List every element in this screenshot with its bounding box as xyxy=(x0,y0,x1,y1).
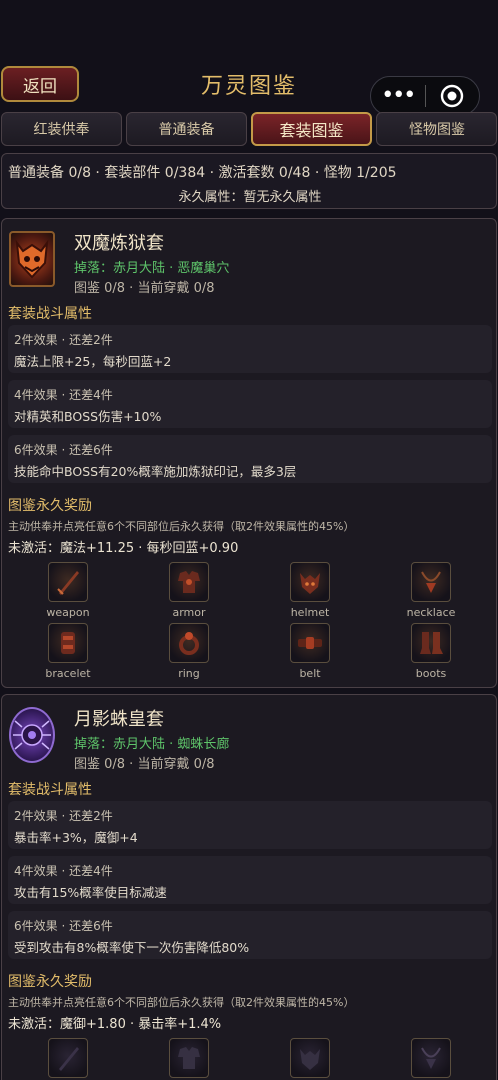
slot-label: weapon xyxy=(46,606,90,619)
boots-icon xyxy=(411,623,451,663)
set-effect-6: 6件效果 · 还差6件 技能命中BOSS有20%概率施加炼狱印记，最多3层 xyxy=(8,435,492,483)
demon-helmet-icon xyxy=(9,231,55,287)
bracelet-icon xyxy=(48,623,88,663)
slot-label: belt xyxy=(299,667,321,680)
effect-header: 6件效果 · 还差6件 xyxy=(14,443,113,457)
effect-description: 对精英和BOSS伤害+10% xyxy=(14,409,162,424)
effect-description: 攻击有15%概率使目标减速 xyxy=(14,885,167,900)
necklace-icon xyxy=(411,1038,451,1078)
slot-label: boots xyxy=(415,667,447,680)
tab-monster-codex[interactable]: 怪物图鉴 xyxy=(376,112,497,146)
equipment-slot-helmet[interactable]: helmet xyxy=(270,562,350,619)
drop-location: 掉落：赤月大陆 · 蜘蛛长廊 xyxy=(74,737,230,752)
equipment-slot-weapon[interactable]: weapon xyxy=(28,562,108,619)
set-card[interactable]: 月影蛛皇套 掉落：赤月大陆 · 蜘蛛长廊 图鉴 0/8 · 当前穿戴 0/8 套… xyxy=(1,694,497,1080)
battle-attributes-title: 套装战斗属性 xyxy=(8,306,92,322)
set-name: 双魔炼狱套 xyxy=(74,233,164,254)
equipment-slot-necklace[interactable] xyxy=(391,1038,471,1078)
reward-note: 主动供奉并点亮任意6个不同部位后永久获得（取2件效果属性的45%） xyxy=(8,520,355,533)
slot-label: armor xyxy=(172,606,206,619)
codex-summary: 普通装备 0/8 · 套装部件 0/384 · 激活套数 0/48 · 怪物 1… xyxy=(1,153,497,209)
set-card[interactable]: 双魔炼狱套 掉落：赤月大陆 · 恶魔巢穴 图鉴 0/8 · 当前穿戴 0/8 套… xyxy=(1,218,497,688)
more-menu-icon[interactable]: ••• xyxy=(371,77,425,115)
set-effect-4: 4件效果 · 还差4件 攻击有15%概率使目标减速 xyxy=(8,856,492,904)
reward-status: 未激活：魔御+1.80 · 暴击率+1.4% xyxy=(8,1017,222,1032)
effect-description: 暴击率+3%，魔御+4 xyxy=(14,830,138,845)
tab-bar: 红装供奉 普通装备 套装图鉴 怪物图鉴 xyxy=(0,112,498,146)
tab-normal-equipment[interactable]: 普通装备 xyxy=(126,112,247,146)
equipment-slot-necklace[interactable]: necklace xyxy=(391,562,471,619)
effect-description: 技能命中BOSS有20%概率施加炼狱印记，最多3层 xyxy=(14,464,297,479)
effect-description: 受到攻击有8%概率使下一次伤害降低80% xyxy=(14,940,250,955)
mini-program-capsule: ••• xyxy=(370,76,480,116)
equipment-slot-armor[interactable] xyxy=(149,1038,229,1078)
necklace-icon xyxy=(411,562,451,602)
close-target-icon[interactable] xyxy=(425,84,479,108)
equipment-slot-bracelet[interactable]: bracelet xyxy=(28,623,108,680)
ring-icon xyxy=(169,623,209,663)
equipment-slot-belt[interactable]: belt xyxy=(270,623,350,680)
armor-icon xyxy=(169,1038,209,1078)
permanent-reward-title: 图鉴永久奖励 xyxy=(8,498,92,514)
set-effect-2: 2件效果 · 还差2件 暴击率+3%，魔御+4 xyxy=(8,801,492,849)
battle-attributes-title: 套装战斗属性 xyxy=(8,782,92,798)
effect-header: 4件效果 · 还差4件 xyxy=(14,388,113,402)
slot-label: helmet xyxy=(290,606,330,619)
equipment-slot-weapon[interactable] xyxy=(28,1038,108,1078)
slot-label: ring xyxy=(178,667,200,680)
effect-header: 2件效果 · 还差2件 xyxy=(14,333,113,347)
header: 返回 万灵图鉴 ••• xyxy=(0,0,498,116)
summary-counts: 普通装备 0/8 · 套装部件 0/384 · 激活套数 0/48 · 怪物 1… xyxy=(8,165,397,181)
reward-status: 未激活：魔法+11.25 · 每秒回蓝+0.90 xyxy=(8,541,239,556)
drop-location: 掉落：赤月大陆 · 恶魔巢穴 xyxy=(74,261,230,276)
permanent-attributes: 永久属性：暂无永久属性 xyxy=(178,190,322,205)
equipment-slot-armor[interactable]: armor xyxy=(149,562,229,619)
reward-note: 主动供奉并点亮任意6个不同部位后永久获得（取2件效果属性的45%） xyxy=(8,996,355,1009)
collection-progress: 图鉴 0/8 · 当前穿戴 0/8 xyxy=(74,281,215,296)
equipment-slot-helmet[interactable] xyxy=(270,1038,350,1078)
slot-label: necklace xyxy=(406,606,456,619)
set-name: 月影蛛皇套 xyxy=(74,709,164,730)
equipment-slot-boots[interactable]: boots xyxy=(391,623,471,680)
set-effect-4: 4件效果 · 还差4件 对精英和BOSS伤害+10% xyxy=(8,380,492,428)
helmet-icon xyxy=(290,562,330,602)
slot-label: bracelet xyxy=(45,667,91,680)
effect-description: 魔法上限+25，每秒回蓝+2 xyxy=(14,354,172,369)
equipment-slot-ring[interactable]: ring xyxy=(149,623,229,680)
tab-set-codex[interactable]: 套装图鉴 xyxy=(251,112,372,146)
effect-header: 6件效果 · 还差6件 xyxy=(14,919,113,933)
set-effect-2: 2件效果 · 还差2件 魔法上限+25，每秒回蓝+2 xyxy=(8,325,492,373)
weapon-icon xyxy=(48,1038,88,1078)
set-effect-6: 6件效果 · 还差6件 受到攻击有8%概率使下一次伤害降低80% xyxy=(8,911,492,959)
weapon-icon xyxy=(48,562,88,602)
tab-red-offering[interactable]: 红装供奉 xyxy=(1,112,122,146)
belt-icon xyxy=(290,623,330,663)
spider-orb-icon xyxy=(9,707,55,763)
effect-header: 2件效果 · 还差2件 xyxy=(14,809,113,823)
collection-progress: 图鉴 0/8 · 当前穿戴 0/8 xyxy=(74,757,215,772)
helmet-icon xyxy=(290,1038,330,1078)
permanent-reward-title: 图鉴永久奖励 xyxy=(8,974,92,990)
armor-icon xyxy=(169,562,209,602)
effect-header: 4件效果 · 还差4件 xyxy=(14,864,113,878)
